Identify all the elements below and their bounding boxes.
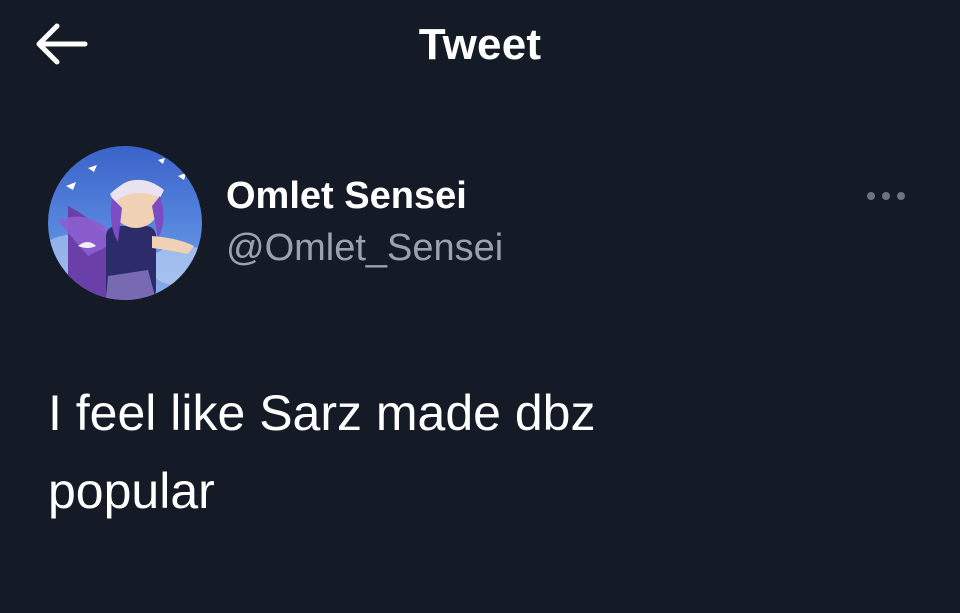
- more-horizontal-icon: [867, 192, 875, 200]
- more-options-button[interactable]: [858, 176, 914, 216]
- more-horizontal-icon-dot: [882, 192, 890, 200]
- author-handle[interactable]: @Omlet_Sensei: [226, 224, 503, 272]
- page-title: Tweet: [418, 20, 542, 69]
- top-bar: Tweet: [0, 0, 960, 90]
- author-info: Omlet Sensei @Omlet_Sensei: [226, 172, 503, 272]
- more-horizontal-icon-dot: [897, 192, 905, 200]
- tweet-body-text: I feel like Sarz made dbz popular: [48, 385, 596, 519]
- avatar[interactable]: [48, 146, 202, 300]
- author-display-name[interactable]: Omlet Sensei: [226, 172, 503, 220]
